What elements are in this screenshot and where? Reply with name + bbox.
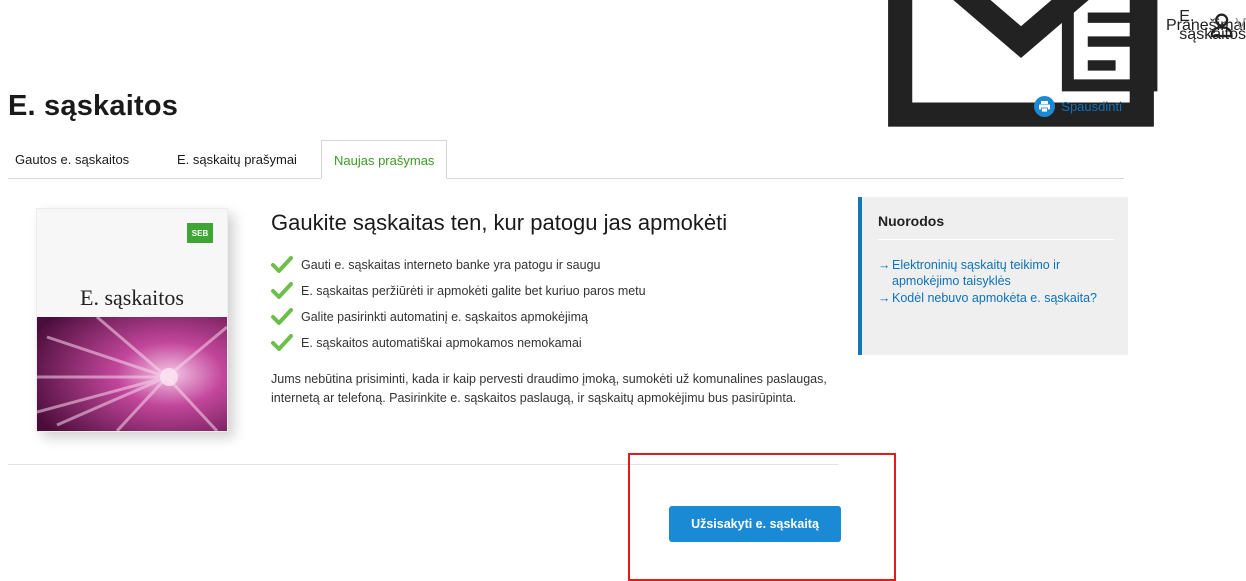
feature-list: Gauti e. sąskaitas interneto banke yra p… [271, 252, 646, 356]
document-icon [1061, 0, 1158, 92]
feature-text: E. sąskaitas peržiūrėti ir apmokėti gali… [301, 284, 646, 298]
user-icon [1210, 13, 1233, 38]
printer-icon [1034, 96, 1056, 117]
tab-received-einvoices[interactable]: Gautos e. sąskaitos [15, 152, 129, 167]
link-why-not-paid[interactable]: → Kodėl nebuvo apmokėta e. sąskaita? [878, 290, 1108, 306]
product-box: SEB E. sąskaitos [36, 208, 228, 432]
arrow-right-icon: → [878, 291, 891, 305]
link-text: Kodėl nebuvo apmokėta e. sąskaita? [892, 291, 1097, 305]
checkmark-icon [271, 256, 293, 273]
service-description: Jums nebūtina prisiminti, kada ir kaip p… [271, 372, 827, 405]
arrow-right-icon: → [878, 258, 891, 272]
feature-text: Gauti e. sąskaitas interneto banke yra p… [301, 258, 601, 272]
tab-bar: Gautos e. sąskaitos E. sąskaitų prašymai… [8, 140, 1124, 179]
links-divider [878, 239, 1114, 240]
links-panel: Nuorodos → Elektroninių sąskaitų teikimo… [858, 197, 1128, 355]
product-box-label: E. sąskaitos [80, 285, 184, 310]
main-headline: Gaukite sąskaitas ten, kur patogu jas ap… [271, 210, 728, 235]
links-list: → Elektroninių sąskaitų teikimo ir apmok… [878, 257, 1108, 307]
print-label: Spausdinti [1061, 99, 1122, 114]
print-link[interactable]: Spausdinti [1034, 96, 1122, 117]
page-title: E. sąskaitos [8, 90, 179, 122]
feature-text: E. sąskaitos automatiškai apmokamos nemo… [301, 336, 582, 350]
checkmark-icon [271, 308, 293, 325]
feature-item: E. sąskaitos automatiškai apmokamos nemo… [271, 330, 646, 356]
feature-item: E. sąskaitas peržiūrėti ir apmokėti gali… [271, 278, 646, 304]
link-einvoice-rules[interactable]: → Elektroninių sąskaitų teikimo ir apmok… [878, 257, 1108, 289]
flower-image [37, 317, 227, 431]
tab-new-request[interactable]: Naujas prašymas [321, 140, 448, 179]
links-title: Nuorodos [878, 213, 945, 229]
product-box-image: SEB E. sąskaitos [36, 208, 228, 432]
feature-item: Gauti e. sąskaitas interneto banke yra p… [271, 252, 646, 278]
tab-einvoice-requests[interactable]: E. sąskaitų prašymai [177, 152, 297, 167]
highlight-box [628, 453, 896, 581]
user-label: V [1235, 16, 1246, 33]
feature-item: Galite pasirinkti automatinį e. sąskaito… [271, 304, 646, 330]
user-menu[interactable]: V [1208, 13, 1246, 38]
link-text: Elektroninių sąskaitų teikimo ir apmokėj… [892, 258, 1061, 288]
feature-text: Galite pasirinkti automatinį e. sąskaito… [301, 310, 588, 324]
seb-logo: SEB [187, 223, 213, 243]
checkmark-icon [271, 334, 293, 351]
checkmark-icon [271, 282, 293, 299]
